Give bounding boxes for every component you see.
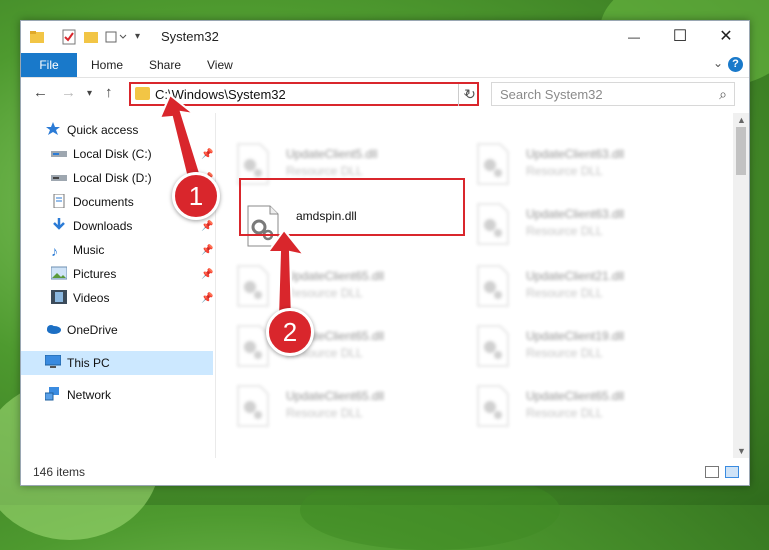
annotation-arrows (158, 93, 307, 322)
step-2-callout: 2 (266, 308, 314, 356)
step-1-callout: 1 (172, 172, 220, 220)
